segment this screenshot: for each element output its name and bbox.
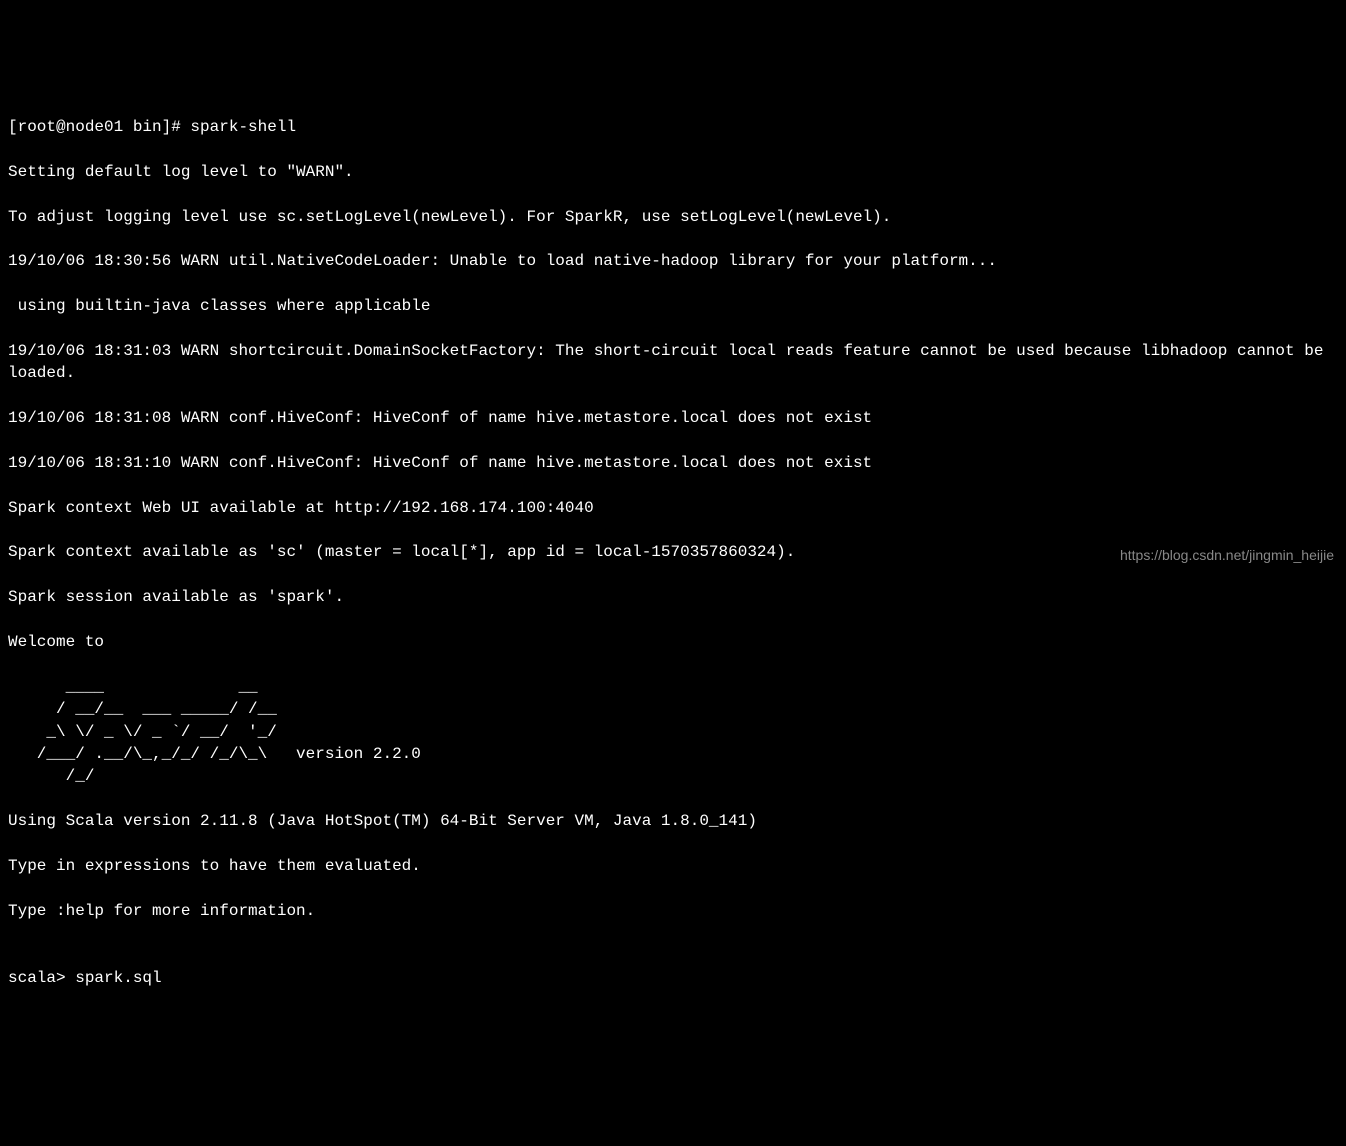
spark-ascii-logo: ____ __ / __/__ ___ _____/ /__ _\ \/ _ \… <box>8 678 421 786</box>
terminal-output[interactable]: [root@node01 bin]# spark-shell Setting d… <box>8 94 1338 990</box>
scala-prompt: scala> <box>8 969 75 987</box>
log-line: Setting default log level to "WARN". <box>8 161 1338 183</box>
log-line: 19/10/06 18:31:08 WARN conf.HiveConf: Hi… <box>8 407 1338 429</box>
log-line: Spark session available as 'spark'. <box>8 586 1338 608</box>
watermark-text: https://blog.csdn.net/jingmin_heijie <box>1120 546 1334 566</box>
footer-line: Type :help for more information. <box>8 900 1338 922</box>
log-line: 19/10/06 18:31:03 WARN shortcircuit.Doma… <box>8 340 1338 385</box>
shell-prompt-line: [root@node01 bin]# spark-shell <box>8 116 1338 138</box>
log-line: 19/10/06 18:31:10 WARN conf.HiveConf: Hi… <box>8 452 1338 474</box>
scala-input[interactable]: spark.sql <box>75 969 161 987</box>
log-line: using builtin-java classes where applica… <box>8 295 1338 317</box>
footer-line: Type in expressions to have them evaluat… <box>8 855 1338 877</box>
log-line: To adjust logging level use sc.setLogLev… <box>8 206 1338 228</box>
footer-line: Using Scala version 2.11.8 (Java HotSpot… <box>8 810 1338 832</box>
log-line: Welcome to <box>8 631 1338 653</box>
log-line: Spark context Web UI available at http:/… <box>8 497 1338 519</box>
log-line: 19/10/06 18:30:56 WARN util.NativeCodeLo… <box>8 250 1338 272</box>
